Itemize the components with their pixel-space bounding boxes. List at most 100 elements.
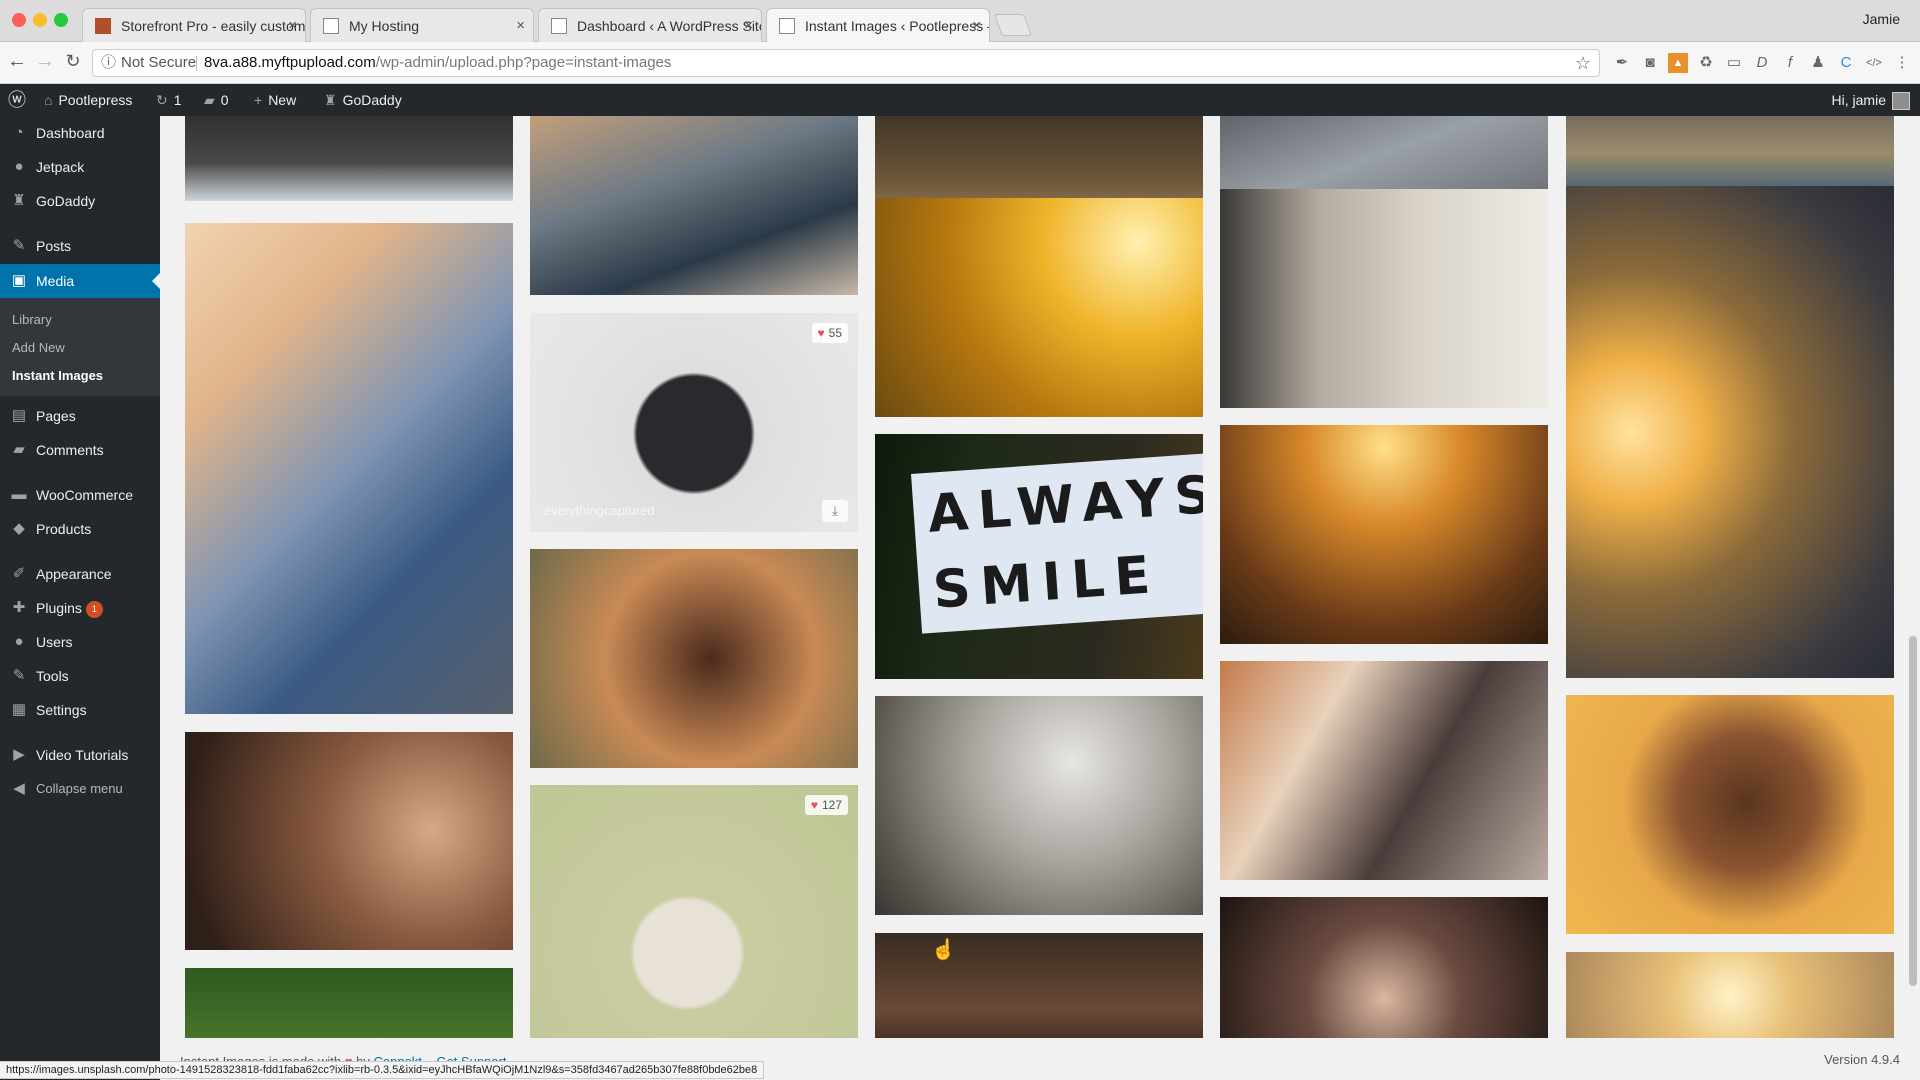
- dashboard-icon: ◔: [14, 124, 24, 141]
- reload-icon[interactable]: ↻: [60, 51, 86, 72]
- unsplash-photo[interactable]: [185, 116, 513, 201]
- unsplash-photo[interactable]: [185, 968, 513, 1038]
- security-label[interactable]: Not Secure: [121, 50, 196, 76]
- sidebar-item-pages[interactable]: ▤ Pages: [0, 399, 160, 433]
- camera-extension-icon[interactable]: ◙: [1640, 53, 1660, 73]
- unsplash-photo[interactable]: [530, 116, 858, 295]
- browser-tab-storefront[interactable]: Storefront Pro - easily custom ×: [82, 8, 306, 42]
- tab-title: Instant Images ‹ Pootlepress –: [805, 18, 990, 34]
- browser-tab-hosting[interactable]: My Hosting ×: [310, 8, 534, 42]
- sidebar-item-label: Tools: [36, 668, 69, 684]
- unsplash-photo[interactable]: [875, 198, 1203, 417]
- tab-close-icon[interactable]: ×: [972, 9, 981, 43]
- recycle-extension-icon[interactable]: ♻: [1696, 53, 1716, 73]
- likes-badge[interactable]: ♥ 55: [811, 323, 848, 343]
- unsplash-photo[interactable]: ♥ 55 everythingcaptured ⤓: [530, 313, 858, 532]
- submenu-add-new[interactable]: Add New: [12, 340, 65, 355]
- d-extension-icon[interactable]: D: [1752, 53, 1772, 73]
- sidebar-item-jetpack[interactable]: ● Jetpack: [0, 150, 160, 184]
- link-status-bar: https://images.unsplash.com/photo-149152…: [0, 1061, 765, 1079]
- unsplash-photo[interactable]: [1220, 116, 1548, 200]
- chart-extension-icon[interactable]: ▲: [1668, 53, 1688, 73]
- sidebar-item-media[interactable]: ▣ Media: [0, 264, 160, 298]
- sidebar-item-tools[interactable]: ✎ Tools: [0, 659, 160, 693]
- sidebar-item-posts[interactable]: ✎ Posts: [0, 229, 160, 263]
- unsplash-photo[interactable]: [185, 223, 513, 714]
- eyedropper-extension-icon[interactable]: ✒: [1612, 53, 1632, 73]
- updates-link[interactable]: ↻ 1: [156, 84, 182, 116]
- page-favicon-icon: [323, 18, 339, 34]
- godaddy-icon: ♜: [12, 192, 26, 209]
- tab-title: Dashboard ‹ A WordPress Site: [577, 18, 762, 34]
- unsplash-photo[interactable]: [875, 116, 1203, 211]
- back-arrow-icon[interactable]: ←: [4, 50, 30, 73]
- bookmark-star-icon[interactable]: ☆: [1575, 50, 1591, 76]
- sidebar-item-video-tutorials[interactable]: ▶ Video Tutorials: [0, 738, 160, 772]
- likes-count: 127: [821, 798, 842, 812]
- unsplash-photo[interactable]: [1220, 189, 1548, 408]
- minimize-window-button[interactable]: [33, 13, 47, 27]
- sidebar-item-users[interactable]: ● Users: [0, 625, 160, 659]
- page-scrollbar[interactable]: [1906, 116, 1920, 1038]
- new-tab-button[interactable]: [993, 14, 1033, 36]
- new-content-link[interactable]: + New: [254, 84, 296, 116]
- collapse-arrow-icon: ◀: [13, 780, 25, 797]
- code-extension-icon[interactable]: </>: [1864, 53, 1884, 73]
- unsplash-photo[interactable]: [875, 696, 1203, 915]
- close-window-button[interactable]: [12, 13, 26, 27]
- cast-icon[interactable]: ▭: [1724, 53, 1744, 73]
- unsplash-photo[interactable]: [1566, 695, 1894, 934]
- browser-tab-instant-images[interactable]: Instant Images ‹ Pootlepress – ×: [766, 8, 990, 43]
- sidebar-item-label: Products: [36, 521, 92, 537]
- sidebar-item-appearance[interactable]: ✐ Appearance: [0, 557, 160, 591]
- scroll-thumb[interactable]: [1909, 636, 1917, 986]
- collapse-menu-button[interactable]: ◀ Collapse menu: [0, 772, 160, 806]
- comments-link[interactable]: ▰ 0: [204, 84, 229, 116]
- unsplash-photo[interactable]: [1566, 952, 1894, 1038]
- unsplash-photo[interactable]: [185, 732, 513, 950]
- maximize-window-button[interactable]: [54, 13, 68, 27]
- unsplash-photo[interactable]: ♥ 127: [530, 785, 858, 1038]
- photo-credit[interactable]: everythingcaptured: [544, 503, 655, 518]
- sidebar-item-products[interactable]: ◆ Products: [0, 512, 160, 546]
- submenu-instant-images[interactable]: Instant Images: [12, 368, 103, 383]
- puzzle-extension-icon[interactable]: ♟: [1808, 53, 1828, 73]
- tab-title: My Hosting: [349, 18, 420, 34]
- unsplash-photo[interactable]: ALWAYS SMILE: [875, 434, 1203, 679]
- sidebar-item-comments[interactable]: ▰ Comments: [0, 433, 160, 467]
- address-bar[interactable]: ⓘ Not Secure 8va.a88.myftpupload.com/wp-…: [92, 49, 1600, 77]
- unsplash-photo[interactable]: [530, 549, 858, 768]
- url-text[interactable]: 8va.a88.myftpupload.com/wp-admin/upload.…: [204, 50, 671, 76]
- info-icon[interactable]: ⓘ: [101, 50, 116, 76]
- sidebar-item-settings[interactable]: ▦ Settings: [0, 693, 160, 727]
- submenu-library[interactable]: Library: [12, 312, 52, 327]
- site-name-link[interactable]: ⌂ Pootlepress: [44, 84, 132, 116]
- browser-tab-dashboard[interactable]: Dashboard ‹ A WordPress Site ×: [538, 8, 762, 42]
- c-extension-icon[interactable]: C: [1836, 53, 1856, 73]
- sidebar-item-dashboard[interactable]: ◔ Dashboard: [0, 116, 160, 150]
- account-menu[interactable]: Hi, jamie: [1832, 84, 1910, 116]
- unsplash-photo[interactable]: [1220, 661, 1548, 880]
- godaddy-link[interactable]: ♜ GoDaddy: [324, 84, 402, 116]
- unsplash-photo[interactable]: [1220, 425, 1548, 644]
- unsplash-photo[interactable]: [1220, 897, 1548, 1038]
- likes-badge[interactable]: ♥ 127: [804, 795, 848, 815]
- download-icon[interactable]: ⤓: [822, 500, 848, 522]
- wordpress-logo-icon[interactable]: ⓦ: [8, 84, 26, 116]
- comment-icon: ▰: [13, 441, 25, 458]
- menu-dots-icon[interactable]: ⋮: [1892, 53, 1912, 73]
- forward-arrow-icon[interactable]: →: [32, 50, 58, 73]
- users-icon: ●: [14, 633, 24, 650]
- font-extension-icon[interactable]: f: [1780, 53, 1800, 73]
- unsplash-photo[interactable]: [875, 933, 1203, 1038]
- update-count-badge: 1: [85, 601, 103, 618]
- tab-close-icon[interactable]: ×: [744, 9, 753, 42]
- browser-profile-name[interactable]: Jamie: [1863, 11, 1900, 27]
- tab-close-icon[interactable]: ×: [288, 9, 297, 42]
- tab-close-icon[interactable]: ×: [516, 9, 525, 42]
- sidebar-item-woocommerce[interactable]: ▬ WooCommerce: [0, 478, 160, 512]
- sidebar-item-plugins[interactable]: ✚ Plugins 1: [0, 591, 160, 625]
- url-host: 8va.a88.myftpupload.com: [204, 54, 376, 71]
- sidebar-item-godaddy[interactable]: ♜ GoDaddy: [0, 184, 160, 218]
- unsplash-photo[interactable]: [1566, 186, 1894, 678]
